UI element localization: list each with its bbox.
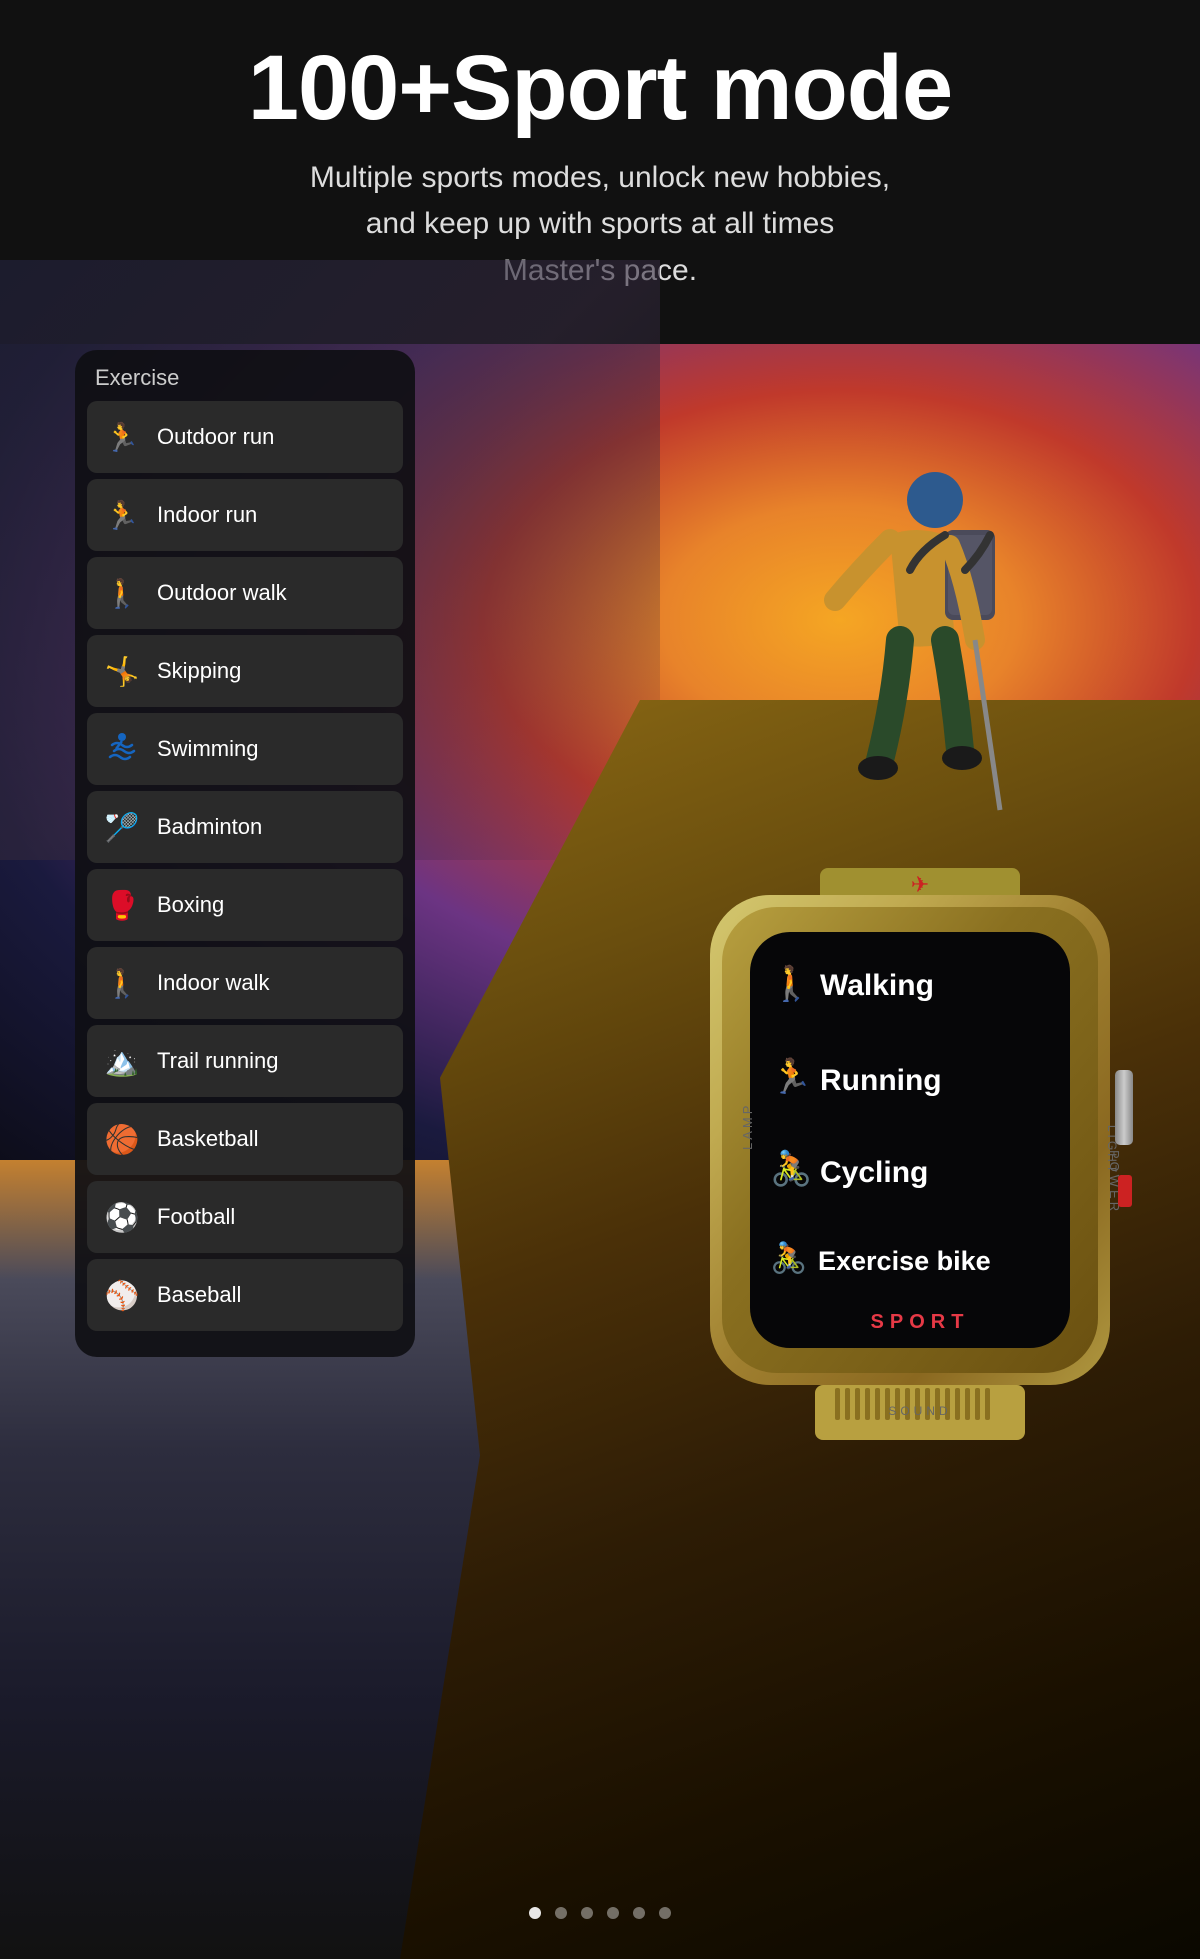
page-wrapper: 100+Sport mode Multiple sports modes, un… bbox=[0, 0, 1200, 1959]
svg-text:Running: Running bbox=[820, 1064, 942, 1097]
svg-text:🏔️: 🏔️ bbox=[105, 1046, 140, 1078]
svg-text:🚴: 🚴 bbox=[770, 1240, 807, 1275]
pagination-dots bbox=[529, 1907, 671, 1919]
list-item: 🏃 Indoor run bbox=[87, 479, 403, 551]
pagination-dot-6[interactable] bbox=[659, 1907, 671, 1919]
outdoor-walk-icon: 🚶 bbox=[101, 572, 143, 614]
list-item: 🏃 Outdoor run bbox=[87, 401, 403, 473]
svg-text:🚶: 🚶 bbox=[105, 967, 140, 1000]
svg-text:🤸: 🤸 bbox=[105, 655, 140, 688]
svg-text:🚶: 🚶 bbox=[770, 964, 812, 1003]
outdoor-run-icon: 🏃 bbox=[101, 416, 143, 458]
list-item: ⚾ Baseball bbox=[87, 1259, 403, 1331]
badminton-icon: 🏸 bbox=[101, 806, 143, 848]
svg-text:🏃: 🏃 bbox=[105, 499, 140, 531]
exercise-panel: Exercise 🏃 Outdoor run 🏃 Indoor run 🚶 bbox=[75, 350, 415, 1357]
pagination-dot-5[interactable] bbox=[633, 1907, 645, 1919]
trail-running-icon: 🏔️ bbox=[101, 1040, 143, 1082]
svg-text:🏀: 🏀 bbox=[105, 1121, 140, 1157]
football-icon: ⚽ bbox=[101, 1196, 143, 1238]
svg-text:🚴: 🚴 bbox=[770, 1149, 812, 1188]
pagination-dot-4[interactable] bbox=[607, 1907, 619, 1919]
boxing-icon: 🥊 bbox=[101, 884, 143, 926]
list-item: 🚶 Outdoor walk bbox=[87, 557, 403, 629]
list-item: 🚶 Indoor walk bbox=[87, 947, 403, 1019]
exercise-section-label: Exercise bbox=[95, 365, 403, 391]
svg-text:🏃: 🏃 bbox=[770, 1057, 812, 1096]
skipping-icon: 🤸 bbox=[101, 650, 143, 692]
pagination-dot-2[interactable] bbox=[555, 1907, 567, 1919]
pagination-dot-1[interactable] bbox=[529, 1907, 541, 1919]
list-item: 🏀 Basketball bbox=[87, 1103, 403, 1175]
indoor-run-label: Indoor run bbox=[157, 502, 257, 528]
swimming-icon bbox=[101, 728, 143, 770]
svg-text:Cycling: Cycling bbox=[820, 1156, 928, 1189]
basketball-label: Basketball bbox=[157, 1126, 259, 1152]
pagination-dot-3[interactable] bbox=[581, 1907, 593, 1919]
indoor-walk-label: Indoor walk bbox=[157, 970, 270, 996]
list-item: 🤸 Skipping bbox=[87, 635, 403, 707]
football-label: Football bbox=[157, 1204, 235, 1230]
page-title: 100+Sport mode bbox=[80, 40, 1120, 137]
content-area: Exercise 🏃 Outdoor run 🏃 Indoor run 🚶 bbox=[0, 260, 1200, 1959]
smartwatch: LAMP POWER SOUND LIGHT ✈ 🚶 Walking bbox=[660, 840, 1180, 1460]
list-item: 🏔️ Trail running bbox=[87, 1025, 403, 1097]
baseball-icon: ⚾ bbox=[101, 1274, 143, 1316]
baseball-label: Baseball bbox=[157, 1282, 241, 1308]
svg-text:⚾: ⚾ bbox=[104, 1278, 139, 1312]
skipping-label: Skipping bbox=[157, 658, 241, 684]
outdoor-run-label: Outdoor run bbox=[157, 424, 274, 450]
list-item: ⚽ Football bbox=[87, 1181, 403, 1253]
svg-text:SPORT: SPORT bbox=[871, 1311, 970, 1333]
list-item: 🏸 Badminton bbox=[87, 791, 403, 863]
hiker-figure bbox=[790, 440, 1040, 890]
indoor-run-icon: 🏃 bbox=[101, 494, 143, 536]
swimming-label: Swimming bbox=[157, 736, 258, 762]
boxing-label: Boxing bbox=[157, 892, 224, 918]
list-item: Swimming bbox=[87, 713, 403, 785]
svg-text:⚽: ⚽ bbox=[104, 1201, 139, 1234]
outdoor-walk-label: Outdoor walk bbox=[157, 580, 287, 606]
badminton-label: Badminton bbox=[157, 814, 262, 840]
svg-text:LAMP: LAMP bbox=[740, 1103, 755, 1150]
svg-text:Exercise bike: Exercise bike bbox=[818, 1246, 991, 1276]
svg-text:✈: ✈ bbox=[911, 872, 929, 897]
svg-text:🏃: 🏃 bbox=[105, 421, 140, 453]
indoor-walk-icon: 🚶 bbox=[101, 962, 143, 1004]
svg-text:🚶: 🚶 bbox=[105, 577, 140, 610]
svg-text:🏸: 🏸 bbox=[105, 809, 140, 844]
basketball-icon: 🏀 bbox=[101, 1118, 143, 1160]
svg-text:SOUND: SOUND bbox=[888, 1404, 951, 1418]
list-item: 🥊 Boxing bbox=[87, 869, 403, 941]
svg-text:Walking: Walking bbox=[820, 969, 934, 1002]
trail-running-label: Trail running bbox=[157, 1048, 278, 1074]
svg-text:🥊: 🥊 bbox=[105, 889, 140, 922]
